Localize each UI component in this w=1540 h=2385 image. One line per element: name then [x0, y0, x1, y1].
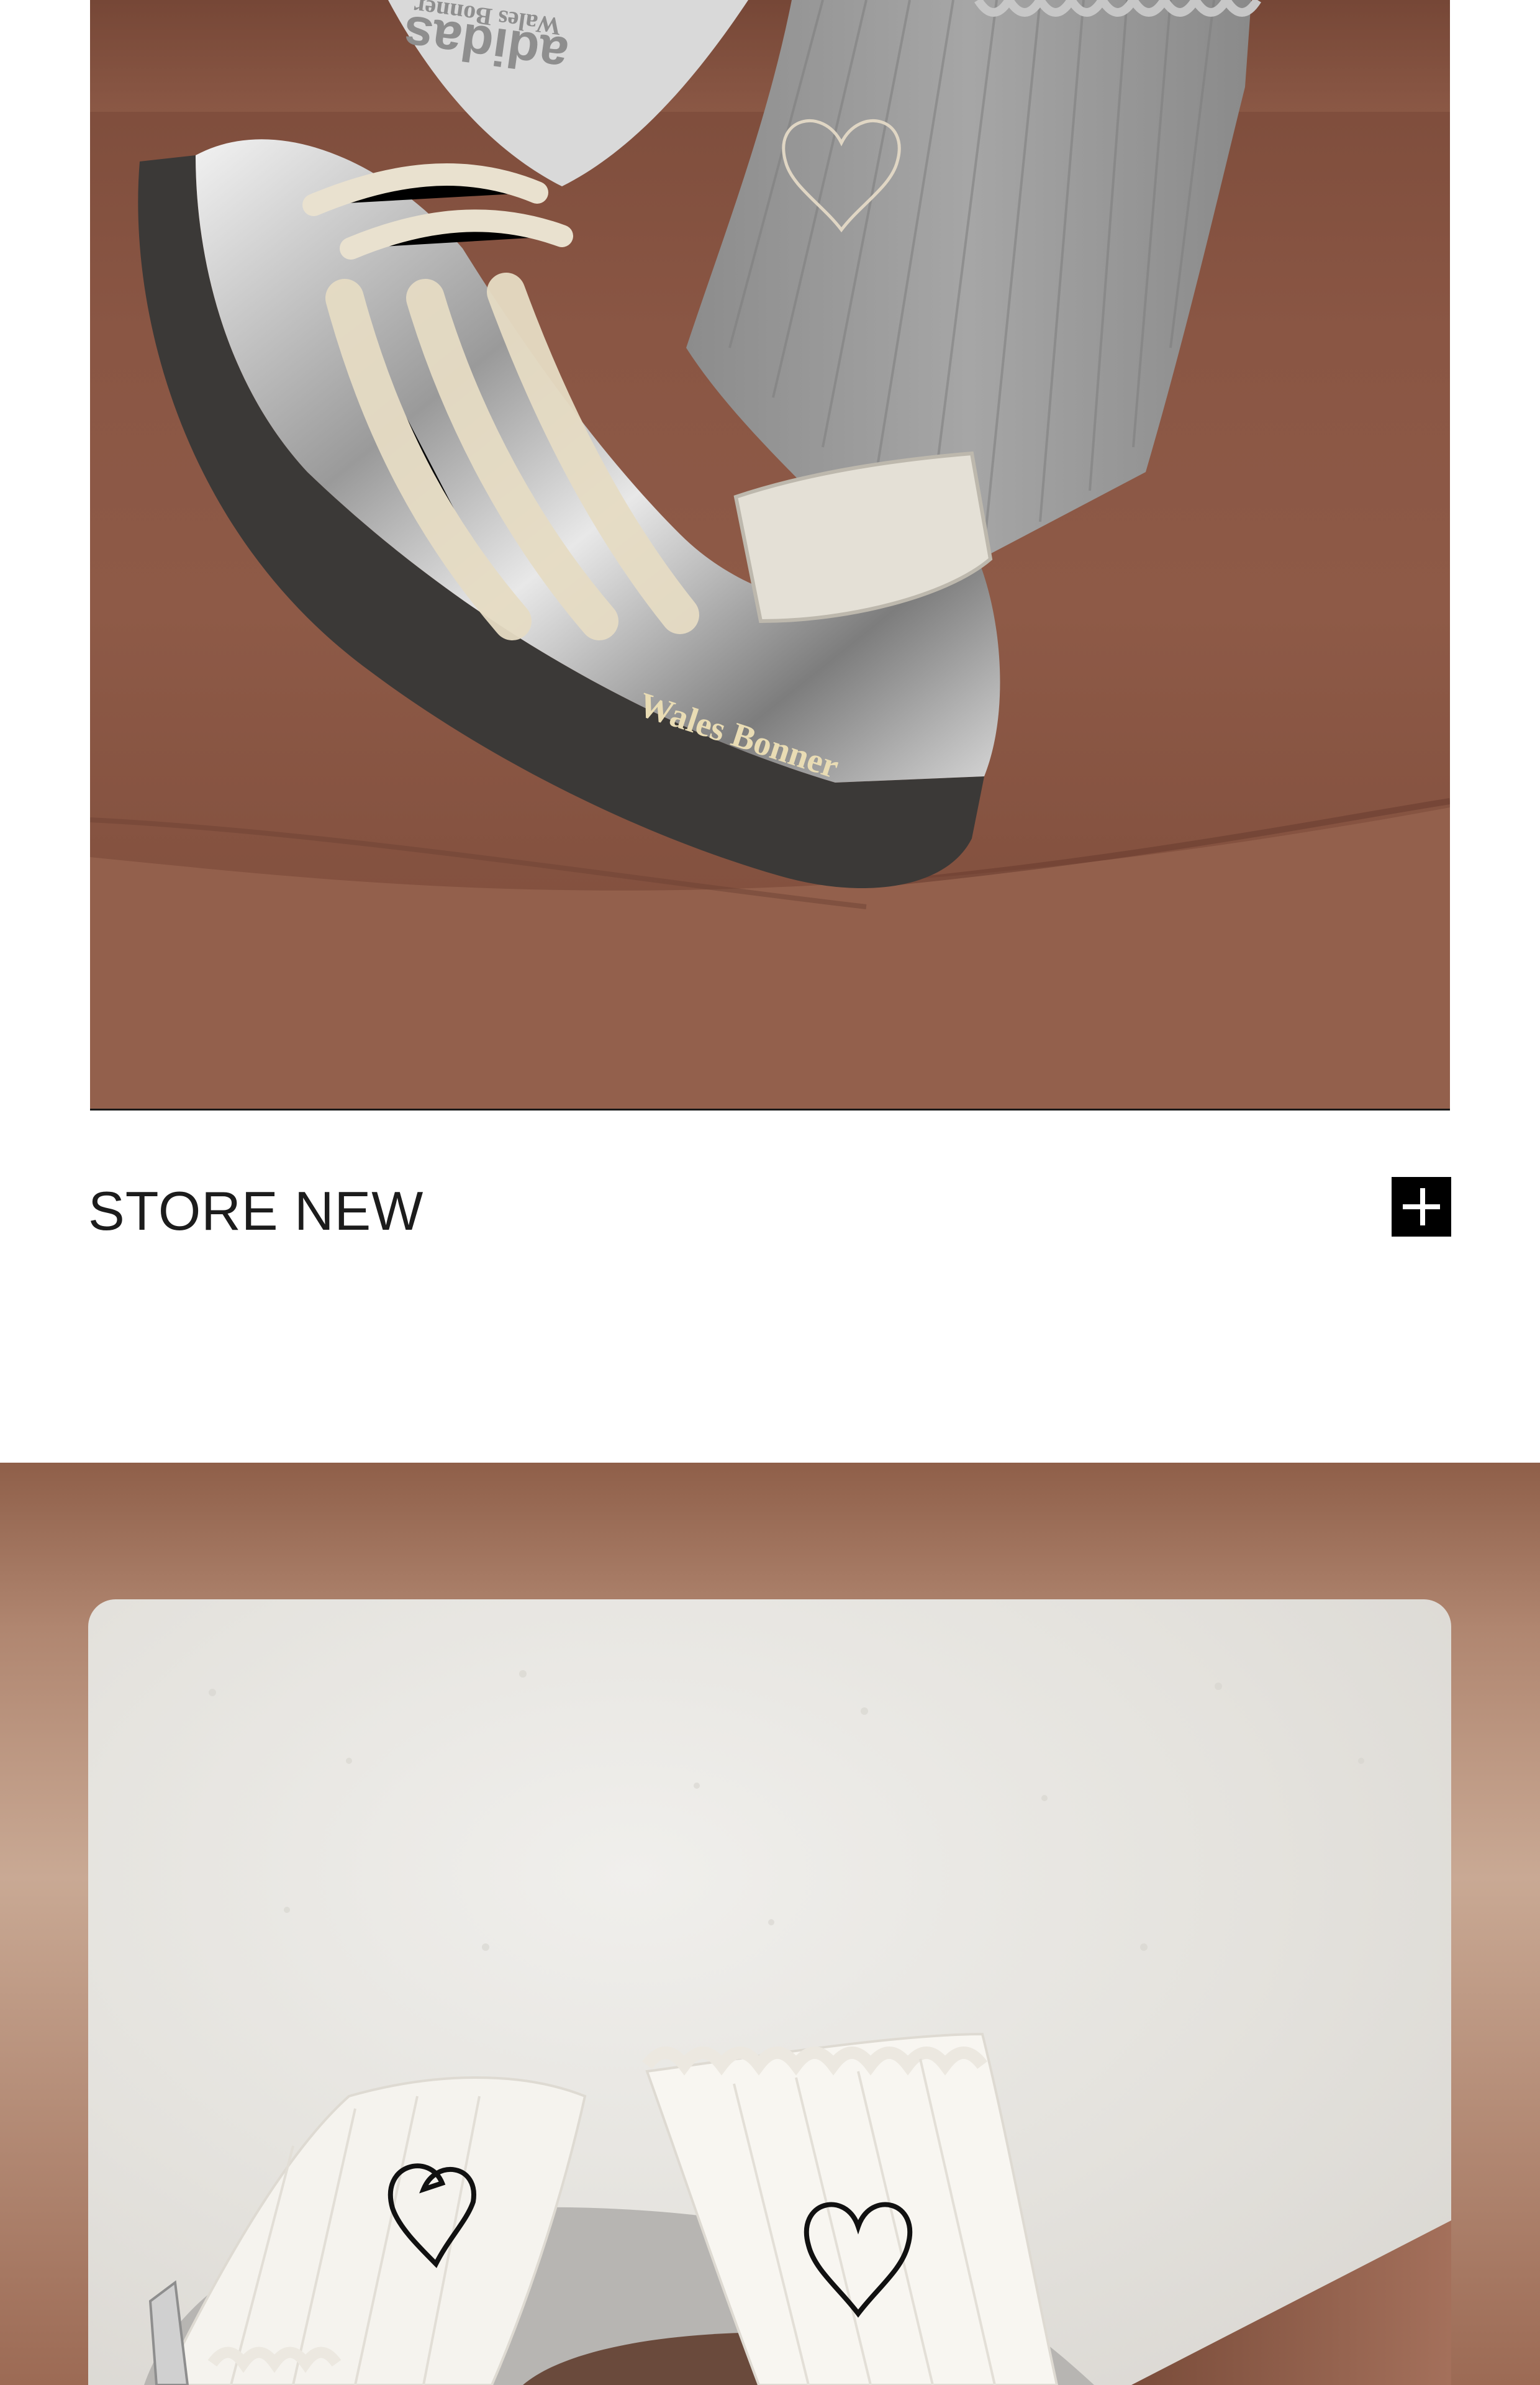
product-photo-white-socks [88, 1599, 1451, 2385]
wall-texture [209, 1670, 1364, 1951]
sneaker-sock-illustration: Wales Bonner adidas Wales Bonner [90, 0, 1450, 1109]
product-photo-gray-sock: Wales Bonner adidas Wales Bonner [90, 0, 1450, 1111]
shoe-buckle [148, 2280, 189, 2385]
white-socks-illustration [144, 1670, 1451, 2385]
store-new-caption-row: STORE NEW [88, 1177, 1451, 1245]
store-new-label: STORE NEW [88, 1180, 424, 1242]
plus-icon[interactable] [1392, 1177, 1451, 1237]
table-edge [1131, 2220, 1451, 2385]
